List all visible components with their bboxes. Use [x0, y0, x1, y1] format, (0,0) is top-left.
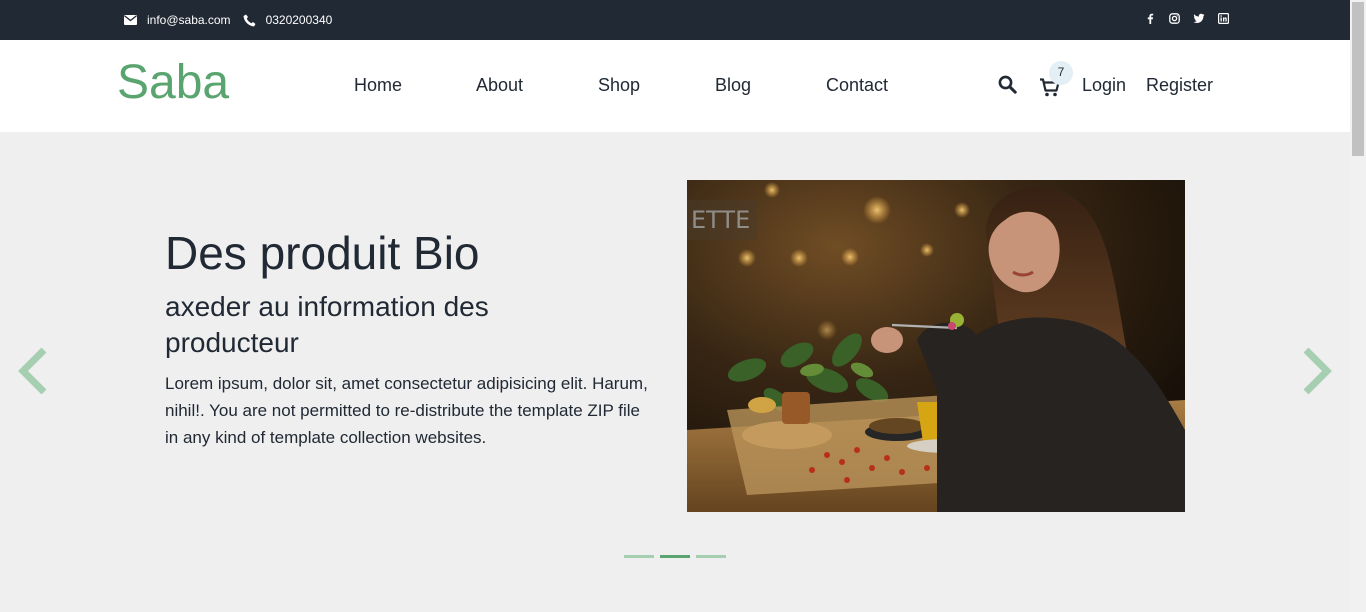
nav-home[interactable]: Home	[354, 74, 402, 96]
contact-info: info@saba.com 0320200340	[124, 0, 344, 40]
nav-about[interactable]: About	[476, 74, 523, 96]
instagram-icon[interactable]	[1169, 12, 1180, 24]
social-links	[1145, 0, 1242, 36]
hero-subtitle: axeder au information des producteur	[165, 291, 489, 358]
carousel-indicator-1[interactable]	[624, 555, 654, 558]
hero-image: ETTE	[687, 180, 1185, 512]
site-logo[interactable]: Saba	[117, 54, 229, 112]
phone-text: 0320200340	[265, 13, 333, 27]
hero-title: Des produit Bio	[165, 227, 480, 279]
email-contact[interactable]: info@saba.com	[124, 13, 231, 27]
top-contact-bar: info@saba.com 0320200340	[0, 0, 1350, 40]
linkedin-icon[interactable]	[1218, 12, 1229, 24]
hero-carousel: Des produit Bio axeder au information de…	[0, 132, 1350, 612]
carousel-next-icon[interactable]	[1302, 347, 1332, 399]
phone-icon	[243, 14, 256, 26]
scrollbar-thumb[interactable]	[1352, 2, 1364, 156]
facebook-icon[interactable]	[1145, 13, 1156, 24]
nav-blog[interactable]: Blog	[715, 74, 751, 96]
cart-count-badge: 7	[1049, 61, 1073, 85]
carousel-prev-icon[interactable]	[18, 347, 48, 399]
phone-contact[interactable]: 0320200340	[243, 13, 333, 27]
main-navbar: Saba Home About Shop Blog Contact 7 Logi…	[0, 40, 1350, 132]
carousel-indicator-3[interactable]	[696, 555, 726, 558]
nav-contact[interactable]: Contact	[826, 74, 888, 96]
email-text: info@saba.com	[147, 13, 231, 27]
search-icon[interactable]	[998, 75, 1017, 99]
envelope-icon	[124, 15, 137, 25]
carousel-indicator-2[interactable]	[660, 555, 690, 558]
page-scrollbar[interactable]	[1350, 0, 1366, 612]
nav-shop[interactable]: Shop	[598, 74, 640, 96]
carousel-indicators	[624, 555, 732, 558]
login-link[interactable]: Login	[1082, 74, 1126, 96]
twitter-icon[interactable]	[1193, 13, 1205, 24]
hero-description: Lorem ipsum, dolor sit, amet consectetur…	[165, 374, 648, 447]
register-link[interactable]: Register	[1146, 74, 1213, 96]
